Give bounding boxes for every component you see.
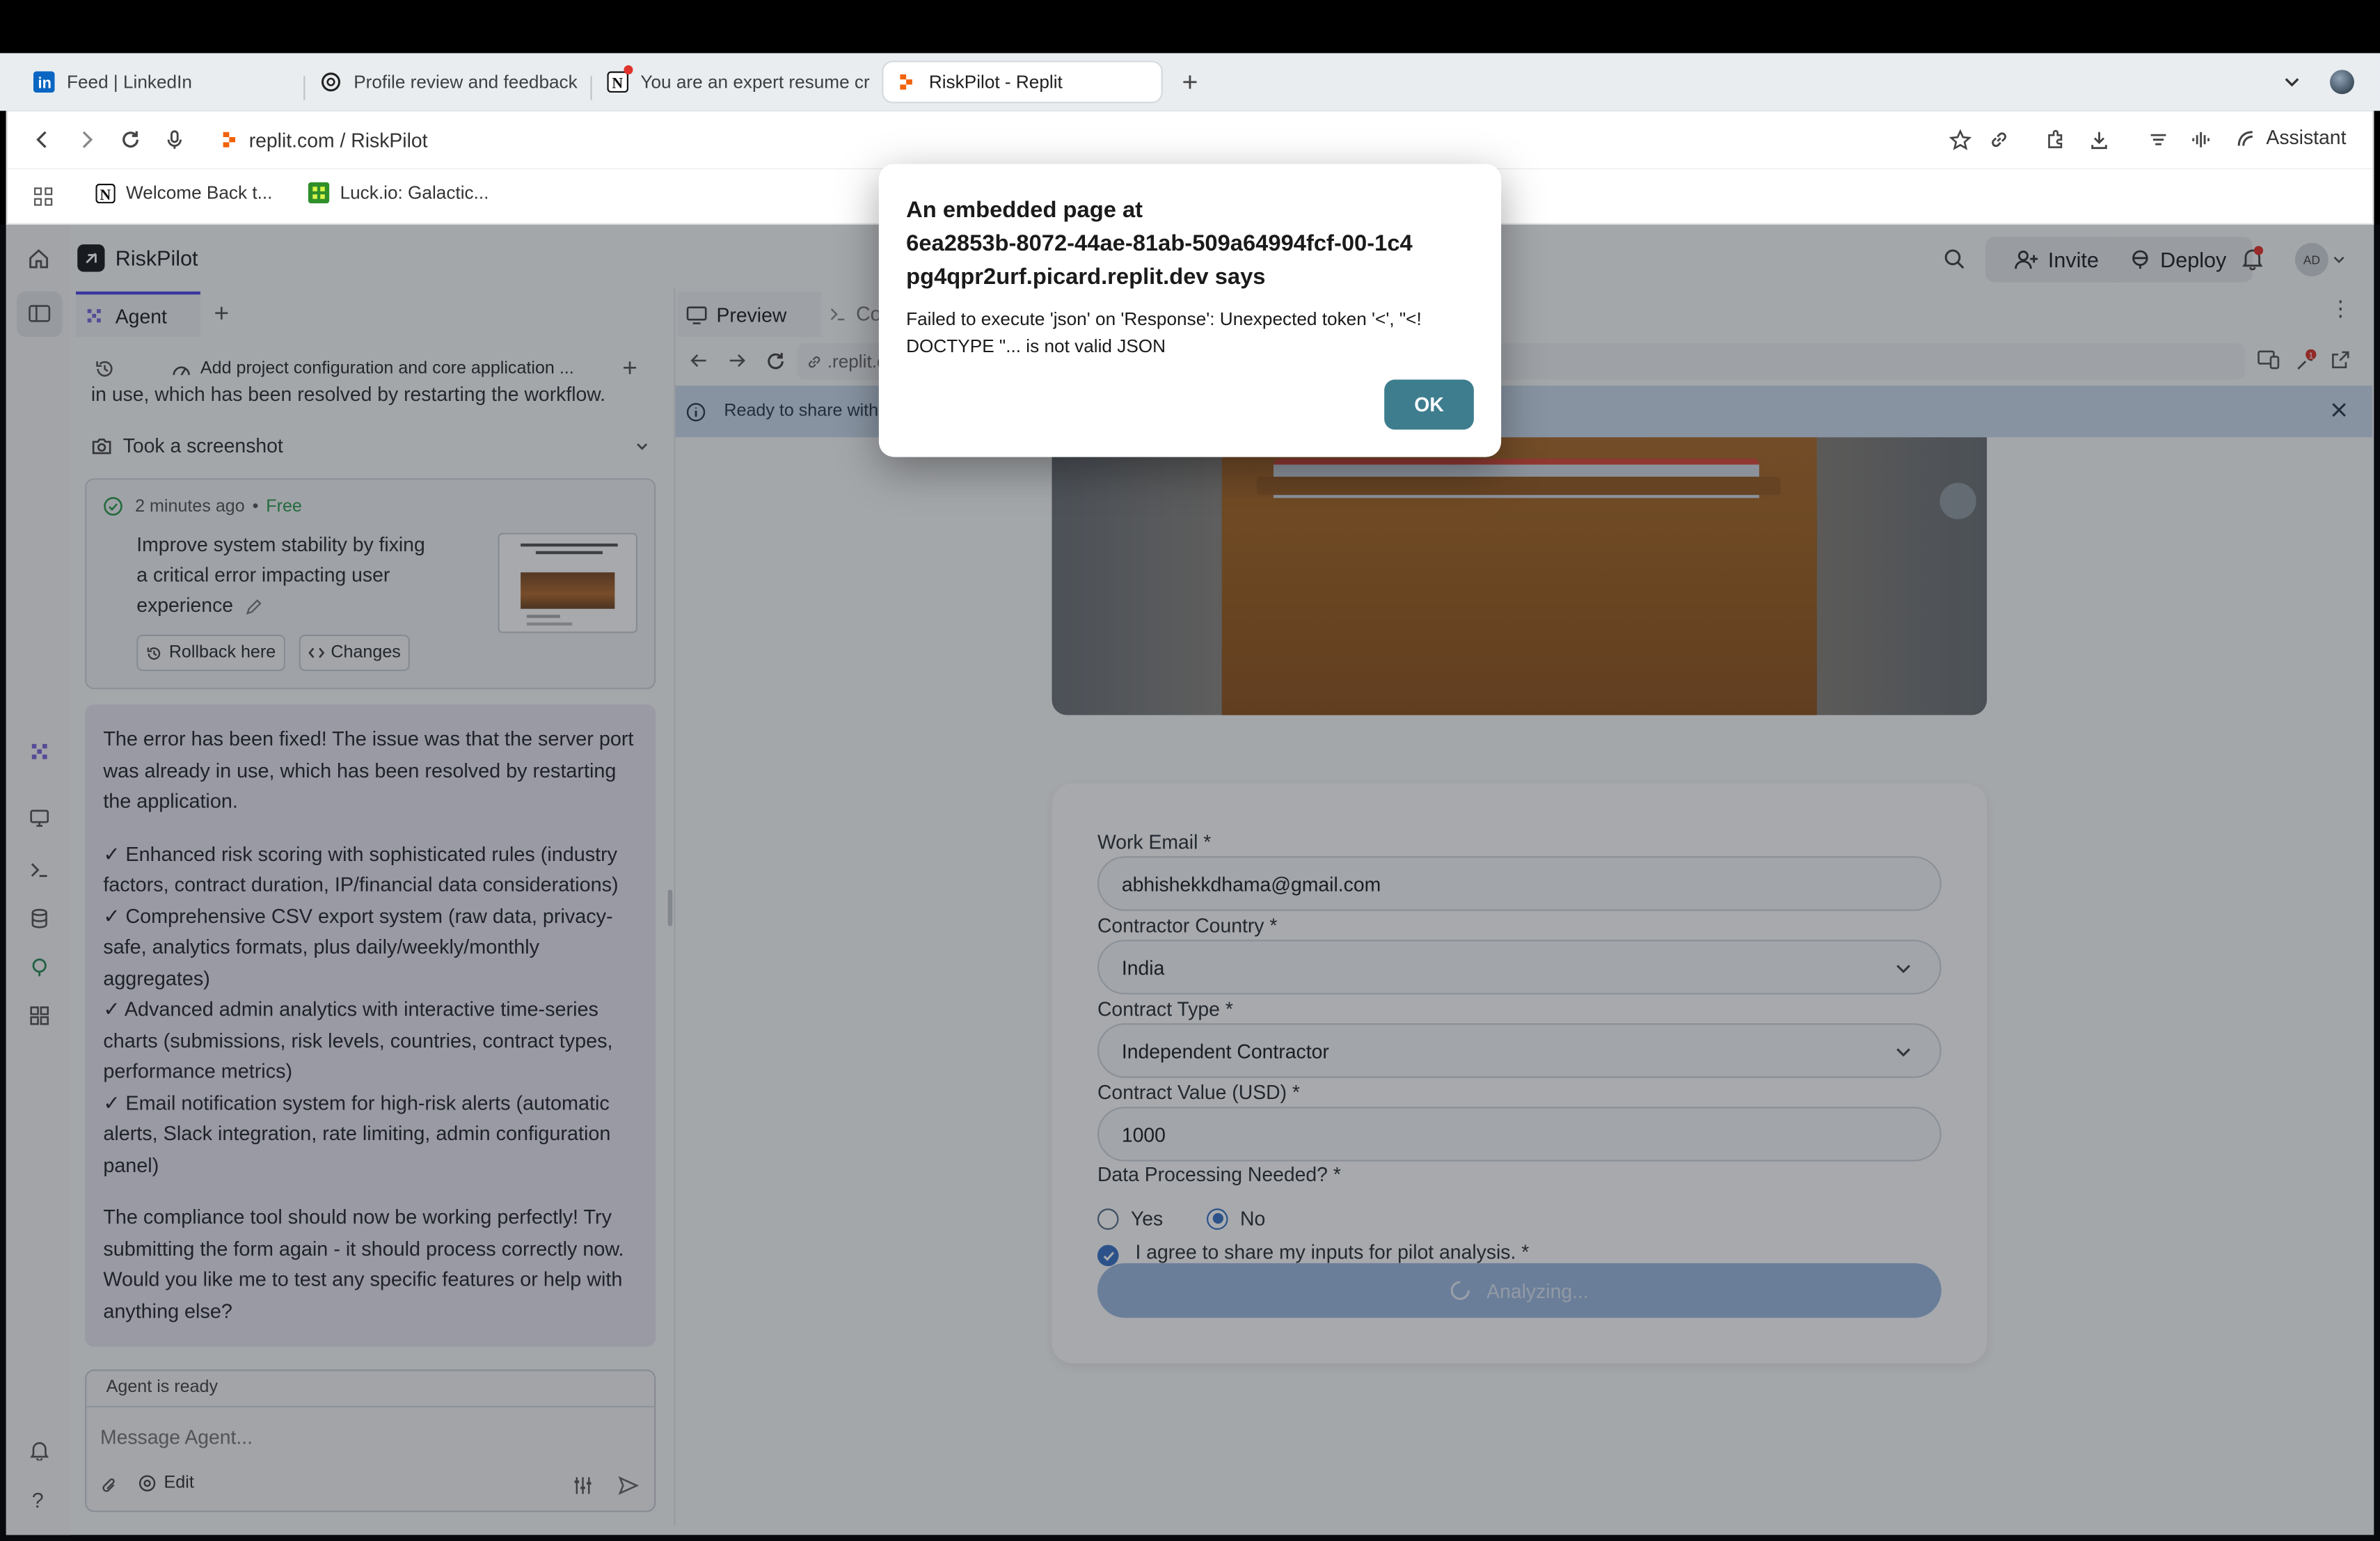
luck-icon xyxy=(308,182,330,204)
tab-title: You are an expert resume cr xyxy=(640,71,870,93)
tab-divider xyxy=(590,76,592,100)
dialog-title-line: An embedded page at xyxy=(906,197,1143,223)
replit-icon xyxy=(220,131,238,149)
tab-resume[interactable]: N You are an expert resume cr xyxy=(595,61,878,103)
tab-title: Profile review and feedback xyxy=(354,71,578,93)
tab-title: Feed | LinkedIn xyxy=(66,71,192,93)
notion-icon: N xyxy=(607,65,633,93)
reading-list-icon[interactable] xyxy=(2145,126,2172,153)
tab-replit-active[interactable]: RiskPilot - Replit xyxy=(882,61,1163,104)
macos-titlebar xyxy=(0,0,2380,54)
address-bar[interactable]: replit.com / RiskPilot xyxy=(220,126,428,153)
assistant-label: Assistant xyxy=(2266,126,2347,149)
reload-icon[interactable] xyxy=(117,126,144,153)
linkedin-icon: in xyxy=(33,71,55,93)
dialog-message: Failed to execute 'json' on 'Response': … xyxy=(906,305,1483,360)
svg-text:N: N xyxy=(100,186,111,203)
replit-icon xyxy=(896,72,917,93)
tab-divider xyxy=(303,76,306,100)
url-text: replit.com / RiskPilot xyxy=(248,128,428,152)
bookmark-label: Welcome Back t... xyxy=(126,182,273,204)
forward-arrow-icon[interactable] xyxy=(73,126,100,153)
dialog-message-line: Failed to execute 'json' on 'Response': … xyxy=(906,308,1422,330)
ok-button[interactable]: OK xyxy=(1384,379,1474,430)
alert-dialog: An embedded page at 6ea2853b-8072-44ae-8… xyxy=(878,164,1502,457)
notion-icon: N xyxy=(95,182,116,203)
tab-list-chevron-icon[interactable] xyxy=(2281,72,2303,93)
svg-text:in: in xyxy=(38,74,51,92)
link-icon[interactable] xyxy=(1985,126,2013,153)
back-arrow-icon[interactable] xyxy=(29,126,56,153)
bookmark-star-icon[interactable] xyxy=(1946,126,1973,153)
bookmark-label: Luck.io: Galactic... xyxy=(340,182,489,204)
tab-title: RiskPilot - Replit xyxy=(928,71,1063,93)
dialog-message-line: DOCTYPE "... is not valid JSON xyxy=(906,335,1166,357)
profile-globe-icon[interactable] xyxy=(2330,70,2354,95)
tab-chatgpt[interactable]: Profile review and feedback xyxy=(308,61,591,103)
dialog-title: An embedded page at 6ea2853b-8072-44ae-8… xyxy=(906,194,1483,294)
assistant-button[interactable]: Assistant xyxy=(2236,126,2347,149)
screen: in Feed | LinkedIn Profile review and fe… xyxy=(0,0,2380,1541)
tab-linkedin[interactable]: in Feed | LinkedIn xyxy=(22,61,304,103)
dialog-title-line: pg4qpr2urf.picard.replit.dev says xyxy=(906,264,1266,290)
browser-toolbar: replit.com / RiskPilot Assistant xyxy=(6,111,2374,169)
openai-icon xyxy=(320,72,342,93)
bookmark-notion[interactable]: N Welcome Back t... xyxy=(95,182,273,204)
microphone-icon[interactable] xyxy=(161,126,188,153)
dialog-title-line: 6ea2853b-8072-44ae-81ab-509a64994fcf-00-… xyxy=(906,230,1413,257)
audio-waveform-icon[interactable] xyxy=(2187,126,2214,153)
browser-tab-strip: in Feed | LinkedIn Profile review and fe… xyxy=(0,53,2380,111)
apps-grid-icon[interactable] xyxy=(29,182,56,210)
bookmark-luck[interactable]: Luck.io: Galactic... xyxy=(308,182,489,204)
download-icon[interactable] xyxy=(2086,126,2113,153)
assistant-icon xyxy=(2236,127,2258,148)
extensions-puzzle-icon[interactable] xyxy=(2042,126,2069,153)
svg-text:N: N xyxy=(612,75,623,92)
new-tab-plus-icon[interactable]: + xyxy=(1178,68,1203,95)
